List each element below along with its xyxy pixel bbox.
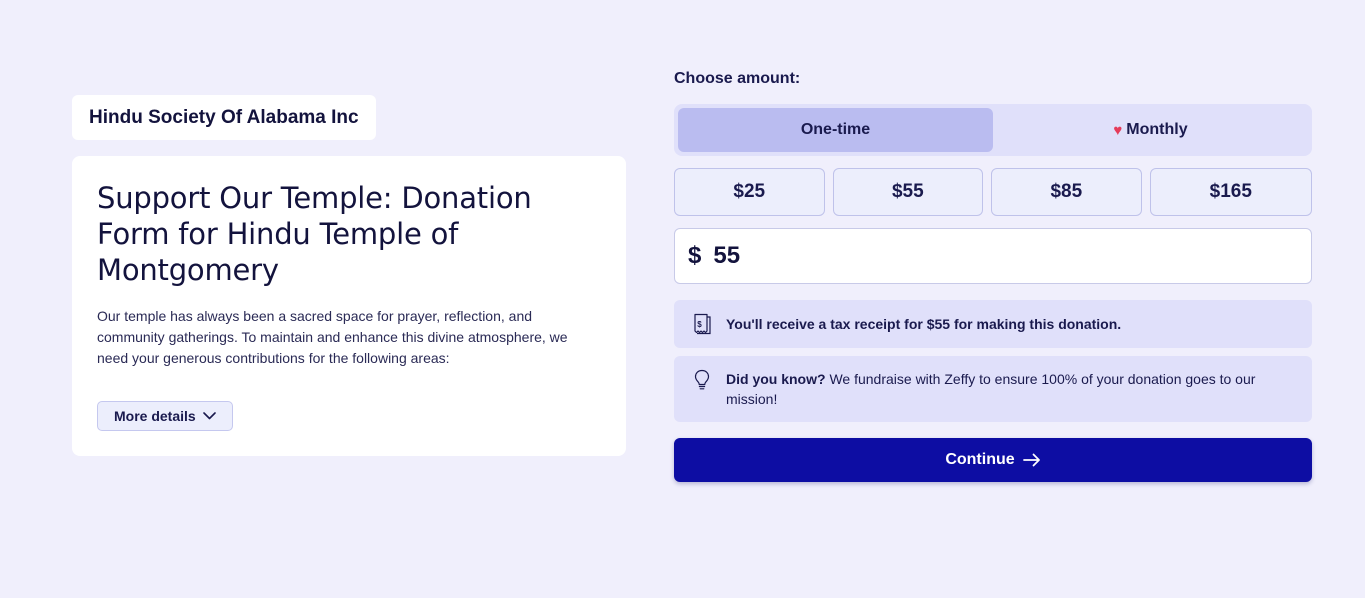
frequency-toggle: One-time ♥ Monthly <box>674 104 1312 156</box>
frequency-monthly-label: Monthly <box>1126 121 1188 138</box>
amount-button-55[interactable]: $55 <box>832 168 984 216</box>
frequency-monthly[interactable]: ♥ Monthly <box>993 108 1308 152</box>
lightbulb-icon <box>694 369 710 390</box>
fundraising-tip: Did you know? We fundraise with Zeffy to… <box>674 356 1312 422</box>
receipt-icon: $ <box>694 313 711 335</box>
custom-amount-field: $ <box>674 228 1312 284</box>
organization-name: Hindu Society Of Alabama Inc <box>72 95 376 140</box>
tax-receipt-text: You'll receive a tax receipt for $55 for… <box>726 316 1122 332</box>
more-details-label: More details <box>114 408 196 424</box>
svg-text:$: $ <box>697 320 702 329</box>
currency-symbol: $ <box>688 242 702 269</box>
continue-button[interactable]: Continue <box>674 438 1312 482</box>
continue-label: Continue <box>945 451 1015 468</box>
campaign-description: Our temple has always been a sacred spac… <box>97 308 568 366</box>
choose-amount-label: Choose amount: <box>674 70 801 87</box>
tax-receipt-notice: $ You'll receive a tax receipt for $55 f… <box>674 300 1312 348</box>
frequency-one-time-label: One-time <box>800 121 871 138</box>
chevron-down-icon <box>202 412 216 420</box>
amount-button-85[interactable]: $85 <box>991 168 1142 216</box>
campaign-title: Support Our Temple: Donation Form for Hi… <box>97 181 532 287</box>
preset-amounts: $25 $55 $85 $165 <box>674 168 1312 216</box>
heart-icon: ♥ <box>1113 121 1123 139</box>
donation-page: Hindu Society Of Alabama Inc Support Our… <box>0 0 1365 598</box>
fundraising-tip-text: Did you know? We fundraise with Zeffy to… <box>726 369 1292 409</box>
amount-button-165[interactable]: $165 <box>1149 168 1312 216</box>
tip-lead: Did you know? <box>726 371 826 387</box>
more-details-button[interactable]: More details <box>97 401 233 431</box>
frequency-one-time[interactable]: One-time <box>678 108 993 152</box>
amount-input[interactable] <box>711 241 1272 271</box>
amount-button-25[interactable]: $25 <box>674 168 825 216</box>
arrow-right-icon <box>1022 453 1040 467</box>
campaign-card: Support Our Temple: Donation Form for Hi… <box>72 156 626 456</box>
